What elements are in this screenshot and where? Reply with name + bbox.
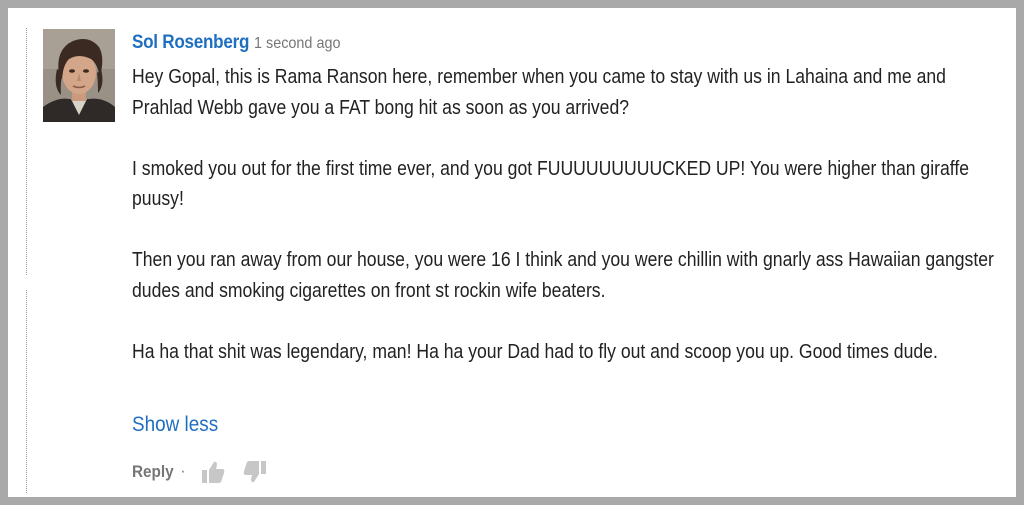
comment-timestamp[interactable]: 1 second ago <box>254 35 340 53</box>
reply-button[interactable]: Reply <box>132 462 174 482</box>
comment: Sol Rosenberg 1 second ago Hey Gopal, th… <box>132 32 1003 483</box>
avatar[interactable] <box>43 29 115 122</box>
comment-paragraph: Ha ha that shit was legendary, man! Ha h… <box>132 340 938 363</box>
separator-dot: · <box>180 463 186 480</box>
author-name[interactable]: Sol Rosenberg <box>132 32 249 54</box>
comment-card: Sol Rosenberg 1 second ago Hey Gopal, th… <box>8 8 1016 497</box>
show-less-link[interactable]: Show less <box>132 413 218 437</box>
comment-header: Sol Rosenberg 1 second ago <box>132 32 1002 60</box>
comment-paragraph: I smoked you out for the first time ever… <box>132 157 970 211</box>
thread-line <box>26 28 27 493</box>
thumbs-up-icon[interactable] <box>200 459 226 485</box>
thumbs-down-icon[interactable] <box>242 459 268 485</box>
avatar-portrait <box>43 29 115 122</box>
comment-actions: Reply · <box>132 459 284 485</box>
comment-paragraph: Hey Gopal, this is Rama Ranson here, rem… <box>132 66 946 119</box>
comment-paragraph: Then you ran away from our house, you we… <box>132 249 994 302</box>
thread-line-gap <box>23 276 31 290</box>
comment-body: Hey Gopal, this is Rama Ranson here, rem… <box>132 62 1003 367</box>
